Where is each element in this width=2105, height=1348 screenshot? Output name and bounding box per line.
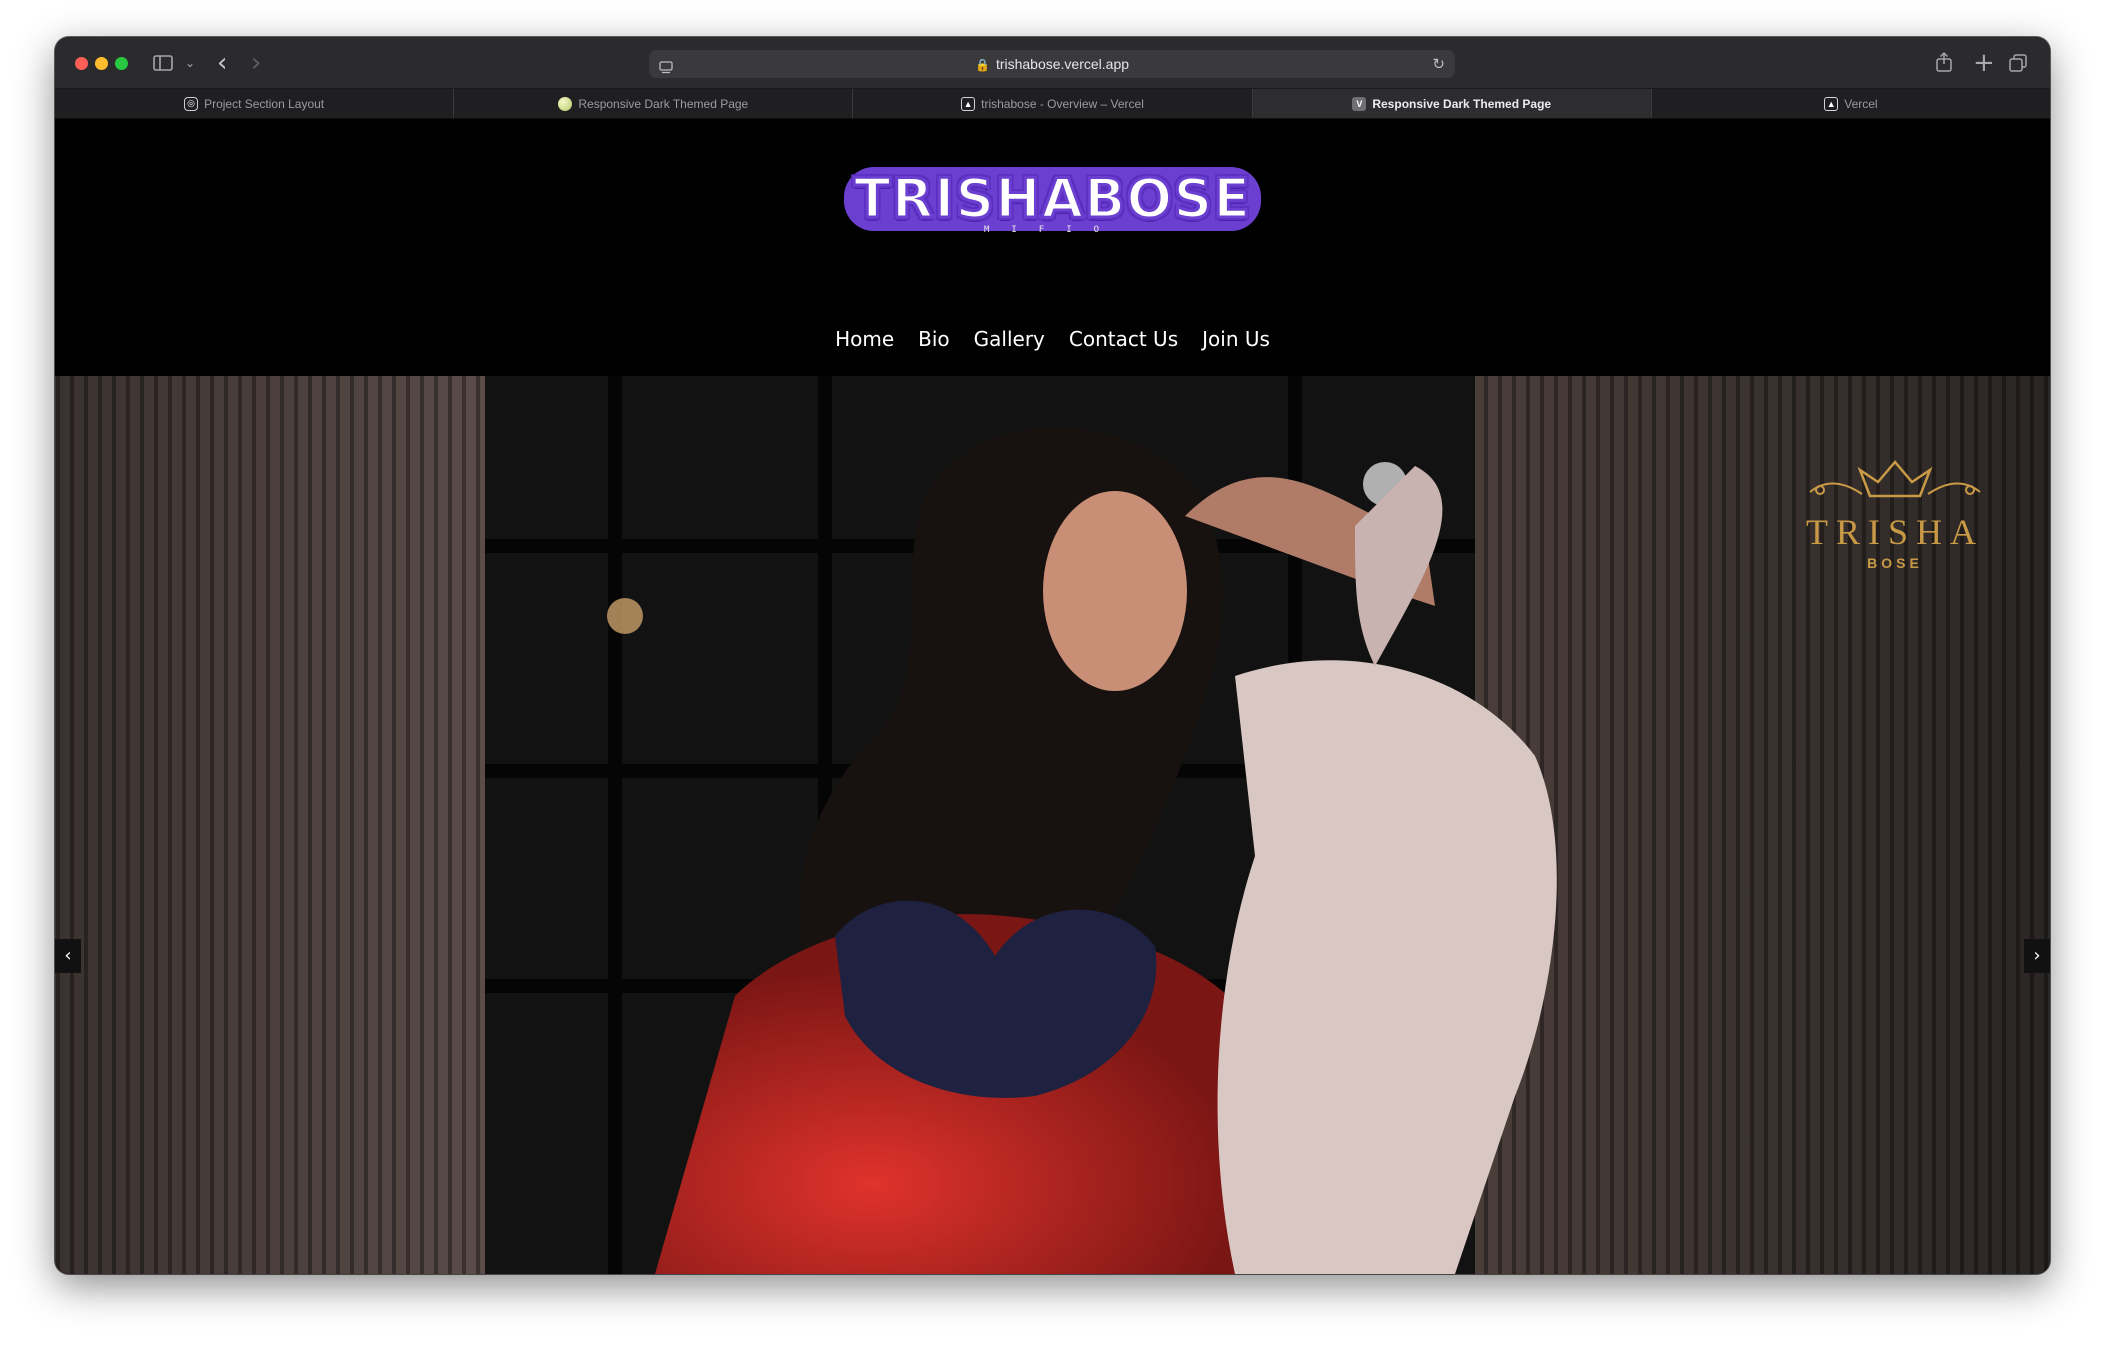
logo-subtext: MIFIO <box>983 225 1122 235</box>
nav-home[interactable]: Home <box>835 327 894 351</box>
back-button[interactable]: ‹ <box>217 50 227 76</box>
browser-window: ⌄ ‹ › 🔒 trishabose.vercel.app ↻ + ◎ Proje… <box>55 37 2050 1274</box>
site-logo[interactable]: TRISHABOSE MIFIO <box>55 167 2050 235</box>
tab-vercel[interactable]: ▲ Vercel <box>1652 89 2050 118</box>
brand-sub: BOSE <box>1867 555 1923 571</box>
hero-photo <box>55 376 2050 1274</box>
nav-contact-us[interactable]: Contact Us <box>1069 327 1178 351</box>
logo-text: TRISHABOSE <box>843 167 1262 231</box>
minimize-window-button[interactable] <box>95 57 108 70</box>
openai-icon: ◎ <box>184 96 199 111</box>
crown-icon <box>1809 460 1981 498</box>
address-bar[interactable]: 🔒 trishabose.vercel.app ↻ <box>649 50 1455 78</box>
new-tab-icon[interactable]: + <box>1973 50 1995 76</box>
reload-icon[interactable]: ↻ <box>1432 50 1445 78</box>
nav-gallery[interactable]: Gallery <box>974 327 1045 351</box>
zoom-window-button[interactable] <box>115 57 128 70</box>
hero-slider: TRISHA BOSE ‹ › <box>55 376 2050 1274</box>
vercel-icon: ▲ <box>1824 96 1839 111</box>
vercel-icon: ▲ <box>961 96 976 111</box>
tab-label: Vercel <box>1844 96 1878 111</box>
tab-responsive-dark-themed-page-active[interactable]: V Responsive Dark Themed Page <box>1252 89 1652 118</box>
v-icon: V <box>1352 96 1367 111</box>
nav-bio[interactable]: Bio <box>918 327 950 351</box>
forward-button[interactable]: › <box>251 50 261 76</box>
tab-project-section-layout[interactable]: ◎ Project Section Layout <box>55 89 455 118</box>
tab-label: Responsive Dark Themed Page <box>1372 96 1552 111</box>
site-header: TRISHABOSE MIFIO Home Bio Gallery Contac… <box>55 119 2050 376</box>
tab-bar: ◎ Project Section Layout Responsive Dark… <box>55 89 2050 119</box>
browser-toolbar: ⌄ ‹ › 🔒 trishabose.vercel.app ↻ + <box>55 37 2050 89</box>
chevron-down-icon[interactable]: ⌄ <box>185 51 195 75</box>
share-icon[interactable] <box>1935 51 1953 75</box>
url-text: trishabose.vercel.app <box>995 56 1130 72</box>
slider-next-button[interactable]: › <box>2024 939 2050 973</box>
sidebar-toggle-icon[interactable] <box>153 51 175 75</box>
tab-label: Project Section Layout <box>204 96 325 111</box>
brand-watermark: TRISHA BOSE <box>1800 456 1990 571</box>
nav-join-us[interactable]: Join Us <box>1202 327 1270 351</box>
lock-icon: 🔒 <box>974 58 990 72</box>
tab-label: Responsive Dark Themed Page <box>578 96 749 111</box>
ball-icon <box>558 96 573 111</box>
slider-prev-button[interactable]: ‹ <box>55 939 81 973</box>
tab-responsive-dark-themed-page[interactable]: Responsive Dark Themed Page <box>454 89 854 118</box>
page-viewport: TRISHABOSE MIFIO Home Bio Gallery Contac… <box>55 119 2050 1274</box>
tab-vercel-overview[interactable]: ▲ trishabose - Overview – Vercel <box>853 89 1253 118</box>
tab-overview-icon[interactable] <box>2009 51 2027 75</box>
page-settings-icon[interactable] <box>659 56 673 84</box>
brand-name: TRISHA <box>1805 512 1984 552</box>
tab-label: trishabose - Overview – Vercel <box>981 96 1144 111</box>
main-nav: Home Bio Gallery Contact Us Join Us <box>55 327 2050 351</box>
close-window-button[interactable] <box>75 57 88 70</box>
